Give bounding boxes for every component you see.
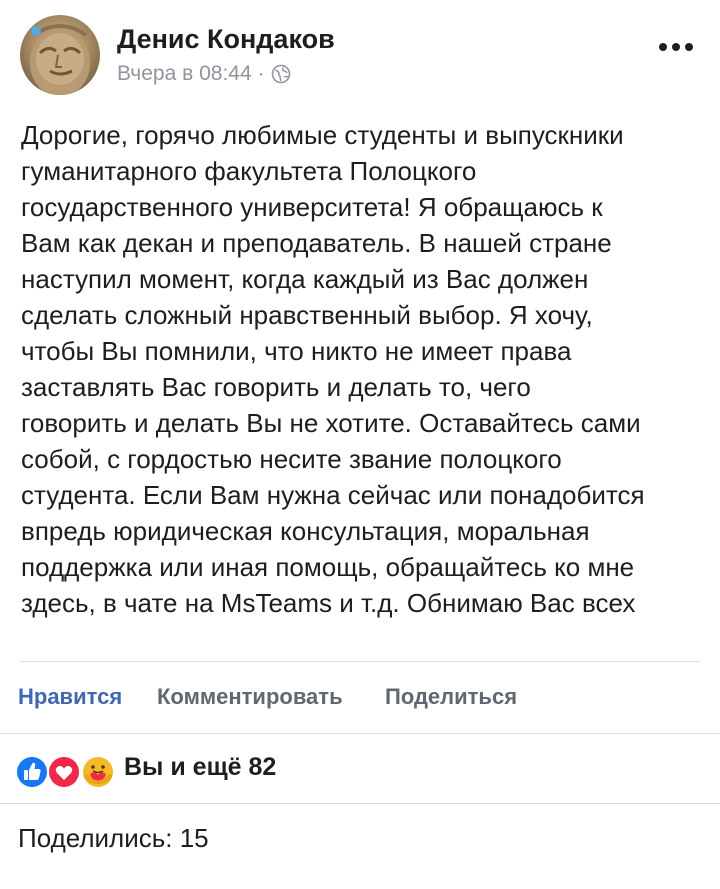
post-text-line: впредь юридическая консультация, моральн… — [21, 516, 590, 546]
love-reaction-icon — [46, 754, 82, 790]
post-text-line: наступил момент, когда каждый из Вас дол… — [21, 264, 589, 294]
post-body: Дорогие, горячо любимые студенты и выпус… — [21, 117, 711, 621]
comment-button[interactable]: Комментировать — [157, 684, 343, 710]
avatar-image — [30, 24, 90, 95]
globe-icon — [271, 64, 291, 84]
divider — [0, 803, 720, 804]
post-meta: Вчера в 08:44 · — [117, 62, 291, 86]
post-actions: Нравится Комментировать Поделиться — [0, 662, 720, 732]
like-reaction-icon — [14, 754, 50, 790]
author-name[interactable]: Денис Кондаков — [117, 24, 335, 55]
share-button[interactable]: Поделиться — [385, 684, 517, 710]
more-horizontal-icon — [659, 43, 693, 51]
care-reaction-icon — [80, 754, 116, 790]
post-text-line: заставлять Вас говорить и делать то, чег… — [21, 372, 531, 402]
post-text-line: чтобы Вы помнили, что никто не имеет пра… — [21, 336, 572, 366]
post-text-line: собой, с гордостью несите звание полоцко… — [21, 444, 562, 474]
post-text-line: здесь, в чате на MsTeams и т.д. Обнимаю … — [21, 588, 636, 618]
post-text-line: гуманитарного факультета Полоцкого — [21, 156, 477, 186]
like-button[interactable]: Нравится — [18, 684, 122, 710]
more-options-button[interactable] — [654, 34, 698, 58]
reactions-count[interactable]: Вы и ещё 82 — [124, 753, 276, 782]
post-text-line: Вам как декан и преподаватель. В нашей с… — [21, 228, 612, 258]
post-header: Денис Кондаков Вчера в 08:44 · — [0, 0, 720, 110]
author-avatar[interactable] — [20, 15, 100, 95]
reactions-summary: Вы и ещё 82 — [0, 734, 720, 804]
post-text-line: поддержка или иная помощь, обращайтесь к… — [21, 552, 635, 582]
post-text-line: говорить и делать Вы не хотите. Оставайт… — [21, 408, 641, 438]
post-text-line: сделать сложный нравственный выбор. Я хо… — [21, 300, 593, 330]
post-text-line: студента. Если Вам нужна сейчас или пона… — [21, 480, 645, 510]
post-text-line: государственного университета! Я обращаю… — [21, 192, 603, 222]
post-text-line: Дорогие, горячо любимые студенты и выпус… — [21, 120, 624, 150]
meta-separator: · — [257, 62, 265, 85]
shares-count[interactable]: Поделились: 15 — [18, 823, 209, 854]
post-timestamp[interactable]: Вчера в 08:44 — [117, 62, 252, 86]
